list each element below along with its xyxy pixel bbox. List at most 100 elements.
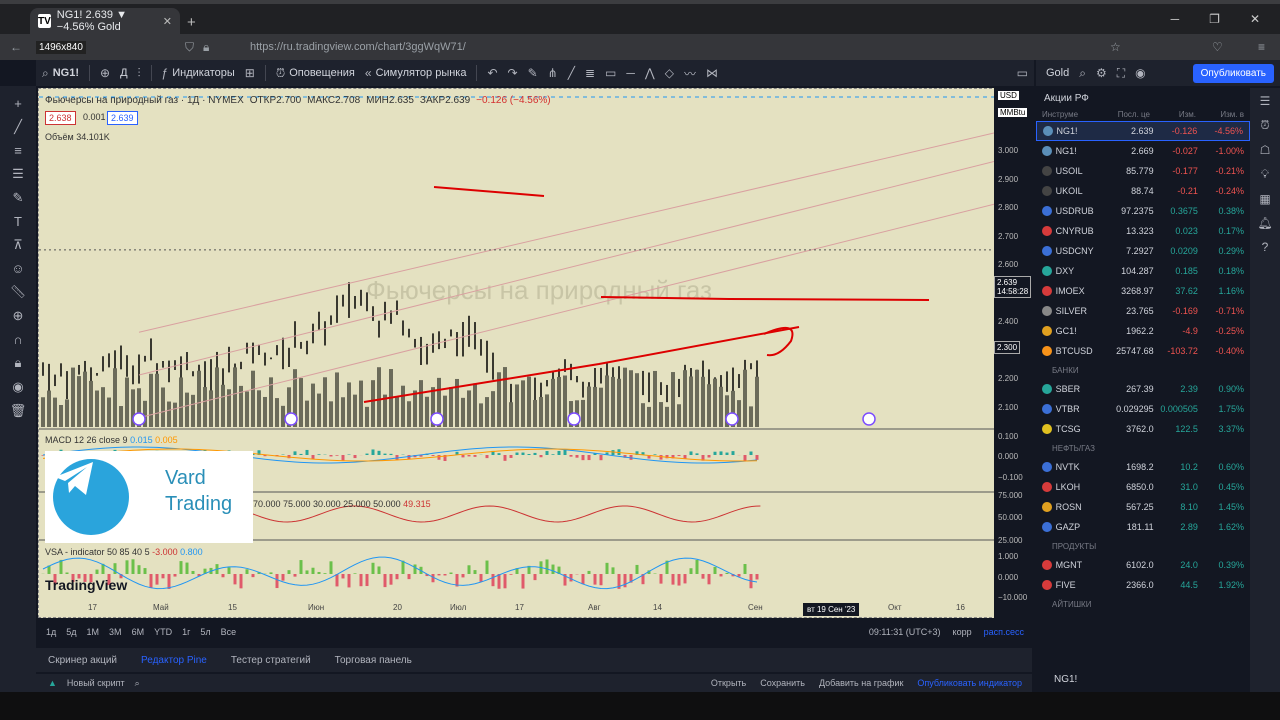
new-tab-icon[interactable]: + [187,14,196,31]
watchlist-row[interactable]: SILVER 23.765 -0.169 -0.71% [1036,301,1250,321]
menu-icon[interactable]: ≡ [1258,40,1265,54]
watchlist-section[interactable]: ПРОДУКТЫ [1036,537,1250,555]
watchlist-row[interactable]: USDCNY 7.2927 0.0209 0.29% [1036,241,1250,261]
bottom-tab[interactable]: Редактор Pine [141,655,207,666]
promo-banner[interactable]: Vard Trading [45,451,253,543]
watchlist-row[interactable]: NG1! 2.669 -0.027 -1.00% [1036,141,1250,161]
chart-pane[interactable]: Фьючерсы на природный газ Фьючерсы на пр… [38,88,1032,618]
watchlist-row[interactable]: DXY 104.287 0.185 0.18% [1036,261,1250,281]
watchlist-row[interactable]: SBER 267.39 2.39 0.90% [1036,379,1250,399]
elliott-icon[interactable]: 〰 [684,65,696,82]
watchlist-column-header[interactable]: Инструме [1042,110,1100,119]
watchlist-row[interactable]: GC1! 1962.2 -4.9 -0.25% [1036,321,1250,341]
calendar-icon[interactable]: ▦ [1259,192,1270,206]
add-to-chart-button[interactable]: Добавить на график [819,678,903,688]
redo-icon[interactable]: ↷ [508,66,518,80]
watchlist-title[interactable]: Акции РФ [1036,88,1250,108]
brush-icon[interactable]: ✎ [13,190,24,206]
close-window-icon[interactable]: ✕ [1250,12,1260,26]
trash-icon[interactable]: 🗑︎ [10,403,27,419]
range-button[interactable]: 5л [200,627,210,637]
lock-icon[interactable]: 🔒︎ [15,355,22,371]
watchlist-row[interactable]: FIVE 2366.0 44.5 1.92% [1036,575,1250,595]
back-icon[interactable]: ← [10,40,22,54]
maximize-icon[interactable]: ❐ [1209,12,1220,26]
watchlist-footer[interactable]: NG1! [1036,666,1250,692]
watchlist-row[interactable]: USOIL 85.779 -0.177 -0.21% [1036,161,1250,181]
shield-icon[interactable]: ⛉ [185,40,194,55]
ruler-icon[interactable]: 📏︎ [10,284,27,300]
emoji-icon[interactable]: ☺ [11,261,24,276]
layouts-icon[interactable]: ⊞ [245,66,255,80]
search-icon[interactable]: ⌕ [135,678,140,689]
bottom-tab[interactable]: Скринер акций [48,655,117,666]
range-button[interactable]: 3М [109,627,122,637]
watchlist-icon[interactable]: ☰ [1260,94,1271,108]
range-button[interactable]: Все [221,627,237,637]
fib-icon[interactable]: ≣ [585,66,595,80]
alerts-icon[interactable]: ⏰︎ [1260,118,1269,133]
bid-price-box[interactable]: 2.638 [45,111,76,125]
symbol-search[interactable]: ⌕ NG1! [42,66,79,81]
text-icon[interactable]: T [14,214,22,229]
watchlist-row[interactable]: NVTK 1698.2 10.2 0.60% [1036,457,1250,477]
zoom-icon[interactable]: ⊕ [13,308,24,324]
browser-tab[interactable]: TV NG1! 2.639 ▼ −4.56% Gold ✕ [30,8,180,34]
bottom-tab[interactable]: Тестер стратегий [231,655,311,666]
fullscreen-icon[interactable]: ⛶ [1117,66,1125,81]
range-button[interactable]: 5д [66,627,76,637]
bookmark-star-icon[interactable]: ☆ [1110,40,1121,54]
currency-label[interactable]: USD [998,91,1019,100]
minimize-icon[interactable]: ─ [1171,12,1180,26]
pocket-icon[interactable]: ♡ [1212,40,1223,54]
lines-icon[interactable]: ≡ [14,143,22,158]
gear-icon[interactable]: ⚙ [1096,66,1107,80]
watchlist-column-header[interactable]: Изм. [1150,110,1196,119]
undo-icon[interactable]: ↶ [487,66,497,80]
close-tab-icon[interactable]: ✕ [163,15,172,28]
bottom-tab[interactable]: Торговая панель [335,655,412,666]
compare-add-icon[interactable]: ⊕ [100,66,110,80]
publish-button[interactable]: Опубликовать [1192,63,1274,83]
watchlist-section[interactable]: НЕФТЬ/ГАЗ [1036,439,1250,457]
range-button[interactable]: YTD [154,627,172,637]
crosshair-icon[interactable]: + [14,96,22,111]
fullscreen-icon[interactable]: ▭ [1017,66,1028,80]
magnet-icon[interactable]: ∩ [13,332,22,347]
horizontal-line-icon[interactable]: ─ [626,66,635,80]
watchlist-row[interactable]: UKOIL 88.74 -0.21 -0.24% [1036,181,1250,201]
search-icon[interactable]: ⌕ [1079,66,1086,81]
publish-indicator-button[interactable]: Опубликовать индикатор [917,678,1022,688]
time-axis[interactable]: 17 Май 15 Июн 20 Июл 17 Авг 14 Сен Окт 16 вт 19 Сен … [38,600,994,616]
notifications-icon[interactable]: 🔔︎ [1257,216,1272,230]
watchlist-column-header[interactable]: Изм. в [1196,110,1244,119]
url-field[interactable]: https://ru.tradingview.com/chart/3ggWqW7… [250,41,466,53]
units-label[interactable]: MMBtu [998,108,1028,117]
ask-price-box[interactable]: 2.639 [107,111,138,125]
watchlist-row[interactable]: CNYRUB 13.323 0.023 0.17% [1036,221,1250,241]
replay-button[interactable]: «Симулятор рынка [365,66,467,80]
watchlist-row[interactable]: GAZP 181.11 2.89 1.62% [1036,517,1250,537]
pitchfork-icon[interactable]: ⋔ [548,66,558,80]
lock-icon[interactable]: 🔒︎ [203,40,209,55]
watchlist-row[interactable]: BTCUSD 25747.68 -103.72 -0.40% [1036,341,1250,361]
pattern-icon[interactable]: ⊼ [13,237,23,253]
interval-button[interactable]: Д [120,67,127,79]
shape-icon[interactable]: ◇ [665,66,674,80]
range-button[interactable]: 6М [132,627,145,637]
indicators-button[interactable]: ƒ Индикаторы [162,66,235,80]
watchlist-row[interactable]: IMOEX 3268.97 37.62 1.16% [1036,281,1250,301]
range-button[interactable]: 1М [87,627,100,637]
watchlist-row[interactable]: USDRUB 97.2375 0.3675 0.38% [1036,201,1250,221]
range-button[interactable]: 1д [46,627,56,637]
script-name[interactable]: Новый скрипт [67,678,125,688]
chat-icon[interactable]: ☖ [1260,143,1271,157]
eye-icon[interactable]: ◉ [12,379,23,395]
watchlist-column-header[interactable]: Посл. це [1100,110,1150,119]
clock[interactable]: 09:11:31 (UTC+3) [869,627,941,637]
rectangle-icon[interactable]: ▭ [605,66,616,80]
watchlist-row[interactable]: NG1! 2.639 -0.126 -4.56% [1036,121,1250,141]
trendline-icon[interactable]: ╱ [14,119,22,135]
watchlist-row[interactable]: VTBR 0.029295 0.000505 1.75% [1036,399,1250,419]
watchlist-row[interactable]: LKOH 6850.0 31.0 0.45% [1036,477,1250,497]
